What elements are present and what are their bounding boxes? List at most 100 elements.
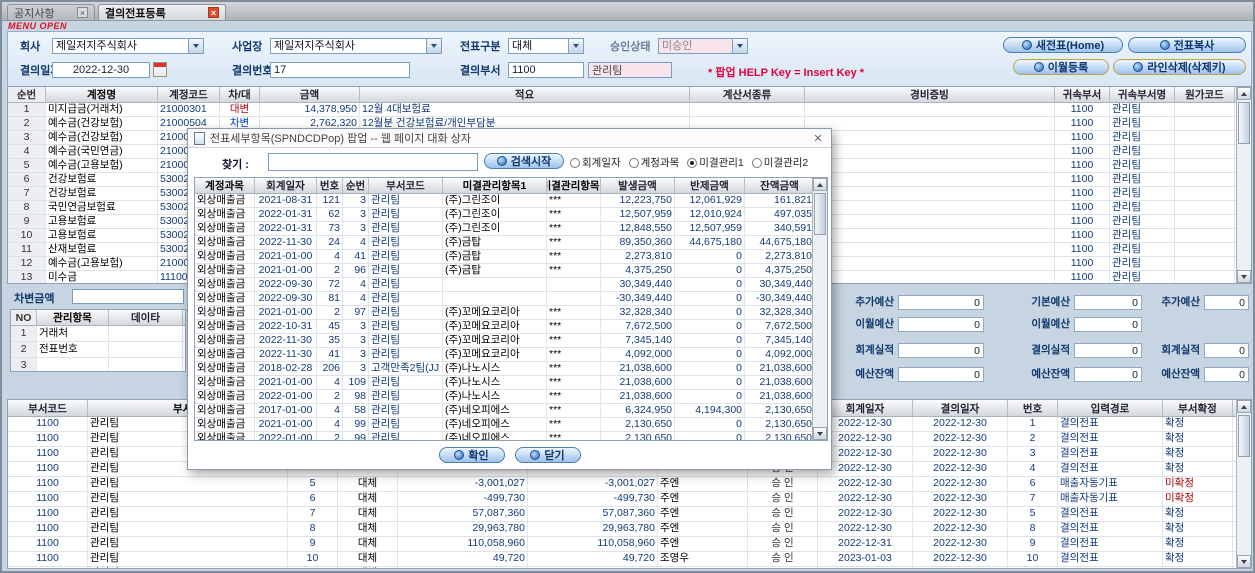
budget-field[interactable] <box>898 367 984 382</box>
cell <box>805 215 1055 228</box>
slip-no-input[interactable] <box>270 62 410 78</box>
management-item-row[interactable]: 3 <box>11 358 185 371</box>
scroll-up-icon[interactable] <box>813 178 827 191</box>
cell: 2 <box>317 432 343 440</box>
close-button[interactable]: 닫기 <box>514 447 581 463</box>
scrollbar[interactable] <box>1236 87 1251 283</box>
open-item-row[interactable]: 외상매출금 2022-11-30 24 4 관리팀 (주)금탑 *** 89,350,360 4… <box>195 236 827 250</box>
budget-field[interactable] <box>1074 343 1142 358</box>
cell: 99 <box>343 418 369 431</box>
new-slip-button[interactable]: 새전표(Home) <box>1003 37 1123 53</box>
budget-field[interactable] <box>1074 295 1142 310</box>
radio-account[interactable]: 계정과목 <box>628 155 679 170</box>
dept-slip-row[interactable]: 1100 관리팀 7 대체 57,087,360 57,087,360 주엔 승 인 2022-… <box>8 507 1251 522</box>
dept-slip-row[interactable]: 1100관리팀11대체25,50025,500 <box>8 567 1251 568</box>
open-item-row[interactable]: 외상매출금 2017-01-00 4 58 관리팀 (주)네오피에스 *** 6,324,95… <box>195 404 827 418</box>
close-icon[interactable]: ✕ <box>811 132 825 145</box>
ok-button[interactable]: 확인 <box>438 447 505 463</box>
open-item-row[interactable]: 외상매출금 2022-01-31 62 3 관리팀 (주)그린조이 *** 12,507,95… <box>195 208 827 222</box>
radio-open-item2[interactable]: 미결관리2 <box>751 155 808 170</box>
cell <box>1175 131 1235 144</box>
tab-close-icon[interactable]: × <box>77 7 88 18</box>
popup-search-input[interactable] <box>268 153 478 171</box>
radio-acct-date[interactable]: 회계일자 <box>570 155 621 170</box>
open-item-row[interactable]: 외상매출금 2022-11-30 35 3 관리팀 (주)꼬메요코리아 *** 7,345,1… <box>195 334 827 348</box>
voucher-row[interactable]: 1 미지급금(거래처) 21000301 대변 14,378,950 12월 4대보험료 1… <box>8 103 1251 117</box>
cell: 340,591 <box>745 222 815 235</box>
cell <box>913 567 1008 568</box>
budget-field[interactable] <box>898 317 984 332</box>
open-item-row[interactable]: 외상매출금 2022-09-30 81 4 관리팀 -30,349,440 0 -30,349… <box>195 292 827 306</box>
cell: 2022-12-30 <box>818 492 913 506</box>
budget-field[interactable] <box>1074 367 1142 382</box>
scrollbar[interactable] <box>1236 400 1251 568</box>
budget-field[interactable] <box>898 343 984 358</box>
chevron-down-icon[interactable] <box>426 39 441 53</box>
company-select[interactable]: 제일저지주식회사 <box>52 38 204 54</box>
copy-slip-button[interactable]: 전표복사 <box>1128 37 1246 53</box>
calendar-icon[interactable] <box>153 62 167 77</box>
dept-slip-row[interactable]: 1100 관리팀 5 대체 -3,001,027 -3,001,027 주엔 승 인 2022-… <box>8 477 1251 492</box>
open-item-row[interactable]: 외상매출금 2021-01-00 4 109 관리팀 (주)나노시스 *** 21,038,6… <box>195 376 827 390</box>
scrollbar-track[interactable] <box>1237 100 1251 270</box>
open-item-row[interactable]: 외상매출금 2022-01-00 2 99 관리팀 (주)네오피에스 *** 2,130,65… <box>195 432 827 440</box>
cell: 7 <box>1008 492 1058 506</box>
delete-line-button[interactable]: 라인삭제(삭제키) <box>1113 59 1246 75</box>
open-item-row[interactable]: 외상매출금 2021-01-00 2 97 관리팀 (주)꼬메요코리아 *** 32,328,… <box>195 306 827 320</box>
date-input[interactable] <box>52 62 150 78</box>
chevron-down-icon[interactable] <box>568 39 583 53</box>
scroll-down-icon[interactable] <box>1237 555 1251 568</box>
cell: 13 <box>8 271 46 283</box>
cell: 1 <box>11 326 37 341</box>
scrollbar[interactable] <box>812 178 827 440</box>
slip-type-select[interactable]: 대체 <box>508 38 584 54</box>
cell <box>109 342 183 357</box>
scrollbar-thumb[interactable] <box>1238 415 1250 457</box>
open-item-row[interactable]: 외상매출금 2022-01-31 73 3 관리팀 (주)그린조이 *** 12,848,55… <box>195 222 827 236</box>
dept-slip-row[interactable]: 1100 관리팀 10 대체 49,720 49,720 조영우 승 인 2023-01-03 2… <box>8 552 1251 567</box>
popup-titlebar[interactable]: 전표세부항목(SPNDCDPop) 팝업 -- 웹 페이지 대화 상자 ✕ <box>188 129 831 148</box>
debit-amount-input[interactable] <box>72 289 184 304</box>
open-item-row[interactable]: 외상매출금 2021-01-00 2 96 관리팀 (주)금탑 *** 4,375,250 0 4… <box>195 264 827 278</box>
scrollbar-thumb[interactable] <box>1238 102 1250 144</box>
dept-slip-row[interactable]: 1100 관리팀 6 대체 -499,730 -499,730 주엔 승 인 2022-12-3… <box>8 492 1251 507</box>
radio-open-item1[interactable]: 미결관리1 <box>687 155 744 170</box>
budget-field[interactable] <box>1074 317 1142 332</box>
menu-open-badge[interactable]: MENU OPEN <box>8 21 67 31</box>
open-item-row[interactable]: 외상매출금 2021-08-31 121 3 관리팀 (주)그린조이 *** 12,223,7… <box>195 194 827 208</box>
chevron-down-icon[interactable] <box>188 39 203 53</box>
dept-slip-row[interactable]: 1100 관리팀 8 대체 29,963,780 29,963,780 주엔 승 인 2022-… <box>8 522 1251 537</box>
open-item-row[interactable]: 외상매출금 2022-10-31 45 3 관리팀 (주)꼬메요코리아 *** 7,672,5… <box>195 320 827 334</box>
open-item-row[interactable]: 외상매출금 2021-01-00 4 99 관리팀 (주)네오피에스 *** 2,130,65… <box>195 418 827 432</box>
cell: 관리팀 <box>88 522 288 536</box>
cell: 주엔 <box>658 537 748 551</box>
budget-field[interactable] <box>1204 343 1249 358</box>
site-select[interactable]: 제일저지주식회사 <box>270 38 442 54</box>
management-item-row[interactable]: 2 전표번호 <box>11 342 185 358</box>
scrollbar-track[interactable] <box>813 191 827 427</box>
tab-notice[interactable]: 공지사항 × <box>7 4 95 20</box>
carry-over-button[interactable]: 이월등록 <box>1013 59 1109 75</box>
approval-select[interactable]: 미승인 <box>658 38 748 54</box>
dept-code-input[interactable] <box>508 62 584 78</box>
budget-field[interactable] <box>1204 367 1249 382</box>
scrollbar-track[interactable] <box>1237 413 1251 555</box>
open-item-row[interactable]: 외상매출금 2022-01-00 2 98 관리팀 (주)나노시스 *** 21,038,60… <box>195 390 827 404</box>
dept-slip-row[interactable]: 1100 관리팀 9 대체 110,058,960 110,058,960 주엔 승 인 202… <box>8 537 1251 552</box>
management-item-row[interactable]: 1 거래처 <box>11 326 185 342</box>
scroll-up-icon[interactable] <box>1237 400 1251 413</box>
chevron-down-icon[interactable] <box>732 39 747 53</box>
scroll-up-icon[interactable] <box>1237 87 1251 100</box>
scrollbar-thumb[interactable] <box>814 193 826 235</box>
tab-slip-entry[interactable]: 결의전표등록 × <box>98 4 226 20</box>
open-item-row[interactable]: 외상매출금 2018-02-28 206 3 고객만족2팀(JJ (주)나노시스 *** 21… <box>195 362 827 376</box>
open-item-row[interactable]: 외상매출금 2022-09-30 72 4 관리팀 30,349,440 0 30,349,4… <box>195 278 827 292</box>
budget-field[interactable] <box>898 295 984 310</box>
search-start-button[interactable]: 검색시작 <box>484 153 564 169</box>
open-item-row[interactable]: 외상매출금 2021-01-00 4 41 관리팀 (주)금탑 *** 2,273,810 0 2… <box>195 250 827 264</box>
scroll-down-icon[interactable] <box>813 427 827 440</box>
tab-close-icon[interactable]: × <box>208 7 219 18</box>
scroll-down-icon[interactable] <box>1237 270 1251 283</box>
open-item-row[interactable]: 외상매출금 2022-11-30 41 3 관리팀 (주)꼬메요코리아 *** 4,092,0… <box>195 348 827 362</box>
budget-field[interactable] <box>1204 295 1249 310</box>
